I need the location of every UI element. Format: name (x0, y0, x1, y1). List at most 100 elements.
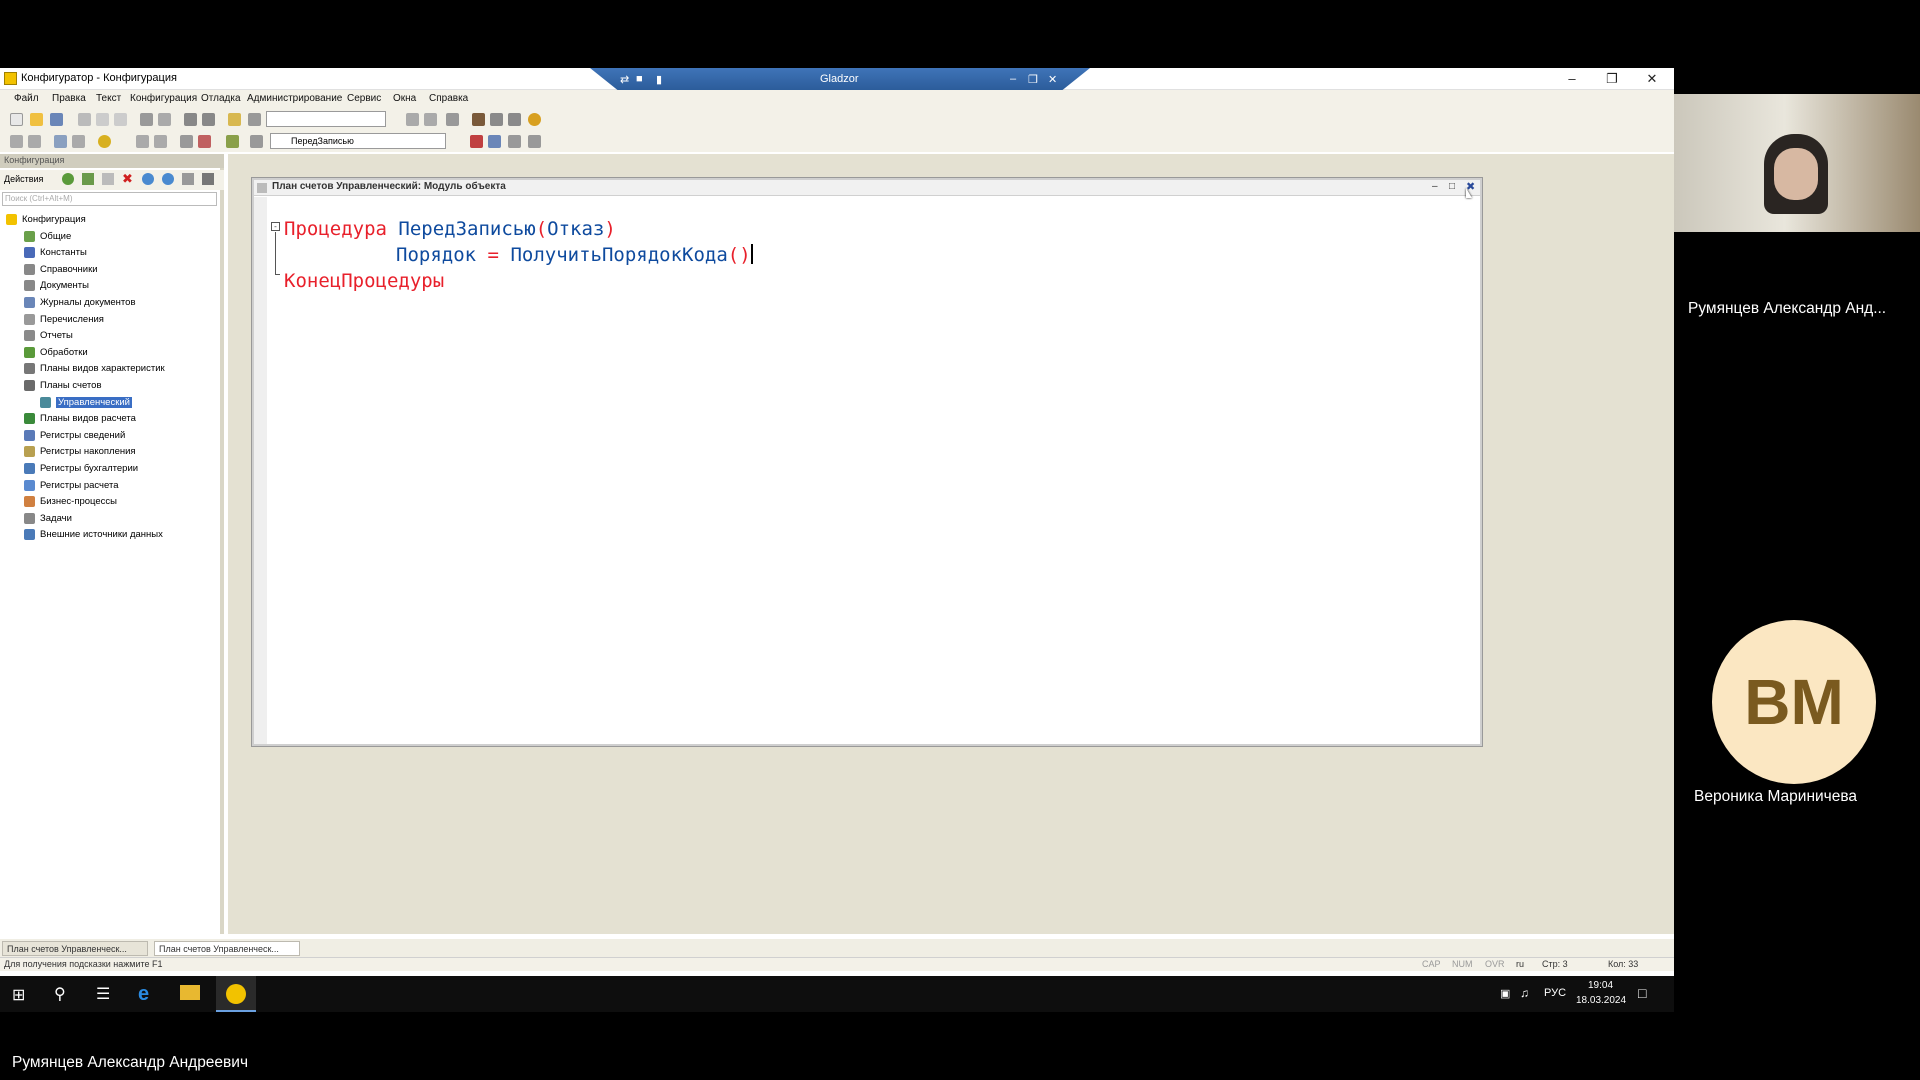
delete-icon[interactable]: ✖ (122, 171, 133, 187)
network-icon[interactable]: ▣ (1500, 987, 1510, 1000)
procedures-icon[interactable] (250, 135, 263, 148)
info-icon[interactable] (528, 113, 541, 126)
redo-icon[interactable] (202, 113, 215, 126)
notifications-icon[interactable]: □ (1638, 985, 1646, 1001)
menu-file[interactable]: Файл (14, 93, 39, 104)
tree-item[interactable]: Бизнес-процессы (0, 494, 220, 510)
window-icon[interactable] (446, 113, 459, 126)
remote-session-bar[interactable]: ⇄ ■ ▮ Gladzor – ❐ ✕ (590, 68, 1090, 92)
undo-icon[interactable] (184, 113, 197, 126)
tree-item[interactable]: Константы (0, 245, 220, 261)
tree-item[interactable]: Регистры бухгалтерии (0, 461, 220, 477)
tree-item[interactable]: Журналы документов (0, 295, 220, 311)
task-view-icon[interactable]: ☰ (96, 984, 110, 1004)
filter-icon[interactable] (202, 173, 214, 185)
watch-icon[interactable] (508, 135, 521, 148)
find-prev-icon[interactable] (424, 113, 437, 126)
clock-date[interactable]: 18.03.2024 (1576, 995, 1626, 1006)
menu-windows[interactable]: Окна (393, 93, 416, 104)
lock-icon[interactable]: ■ (636, 73, 643, 85)
move-up-icon[interactable] (142, 173, 154, 185)
add-icon[interactable] (62, 173, 74, 185)
close-button[interactable]: ✕ (1632, 68, 1672, 90)
explorer-icon[interactable] (180, 985, 200, 1000)
sort-icon[interactable] (182, 173, 194, 185)
cut-icon[interactable] (78, 113, 91, 126)
minimize-button[interactable]: – (1552, 68, 1592, 90)
volume-icon[interactable]: ♫ (1520, 986, 1529, 1000)
editor-minimize-icon[interactable]: – (1432, 181, 1438, 192)
participant-camera[interactable] (1674, 94, 1920, 232)
search-taskbar-icon[interactable]: ⚲ (54, 984, 66, 1004)
tree-item[interactable]: Планы счетов (0, 378, 220, 394)
copy-item-icon[interactable] (102, 173, 114, 185)
run-icon[interactable] (98, 135, 111, 148)
tree-item[interactable]: Внешние источники данных (0, 527, 220, 543)
menu-debug[interactable]: Отладка (201, 93, 241, 104)
menu-text[interactable]: Текст (96, 93, 121, 104)
menu-edit[interactable]: Правка (52, 93, 86, 104)
tree-item[interactable]: Регистры накопления (0, 444, 220, 460)
module-b-icon[interactable] (28, 135, 41, 148)
preview-icon[interactable] (158, 113, 171, 126)
find-next-icon[interactable] (406, 113, 419, 126)
comment-icon[interactable] (180, 135, 193, 148)
clock-time[interactable]: 19:04 (1588, 980, 1613, 991)
tool-c-icon[interactable] (508, 113, 521, 126)
move-down-icon[interactable] (162, 173, 174, 185)
remote-restore-icon[interactable]: ❐ (1028, 73, 1038, 86)
tool-a-icon[interactable] (472, 113, 485, 126)
tree-item[interactable]: Задачи (0, 511, 220, 527)
collapse-icon[interactable]: - (271, 222, 280, 231)
module-a-icon[interactable] (10, 135, 23, 148)
module-d-icon[interactable] (72, 135, 85, 148)
tree-item[interactable]: Документы (0, 278, 220, 294)
browser-icon[interactable]: e (138, 983, 149, 1006)
uncomment-icon[interactable] (198, 135, 211, 148)
breakpoint-icon[interactable] (470, 135, 483, 148)
edit-icon[interactable] (82, 173, 94, 185)
tree-item[interactable]: Общие (0, 229, 220, 245)
menu-configuration[interactable]: Конфигурация (130, 93, 197, 104)
restore-button[interactable]: ❐ (1592, 68, 1632, 90)
menu-administration[interactable]: Администрирование (247, 93, 342, 104)
tool-b-icon[interactable] (490, 113, 503, 126)
tree-item[interactable]: Планы видов характеристик (0, 361, 220, 377)
find-icon[interactable] (228, 113, 241, 126)
stop-icon[interactable] (528, 135, 541, 148)
actions-menu[interactable]: Действия (4, 174, 43, 184)
code-area[interactable]: Процедура ПередЗаписью(Отказ) Порядок = … (284, 216, 753, 294)
procedure-select[interactable]: ПередЗаписью (270, 133, 446, 149)
save-icon[interactable] (50, 113, 63, 126)
remote-minimize-icon[interactable]: – (1010, 73, 1016, 85)
tree-item[interactable]: Перечисления (0, 312, 220, 328)
format-b-icon[interactable] (154, 135, 167, 148)
search-icon[interactable] (248, 113, 261, 126)
tree-item[interactable]: Регистры сведений (0, 428, 220, 444)
tree-item[interactable]: Конфигурация (0, 212, 220, 228)
input-language[interactable]: РУС (1544, 987, 1566, 999)
tree-item[interactable]: Регистры расчета (0, 478, 220, 494)
open-icon[interactable] (30, 113, 43, 126)
doc-tab-1[interactable]: План счетов Управленческ... (2, 941, 148, 956)
status-lang[interactable]: ru (1516, 959, 1524, 969)
menu-help[interactable]: Справка (429, 93, 468, 104)
participant-avatar[interactable]: ВМ (1712, 620, 1876, 784)
step-icon[interactable] (488, 135, 501, 148)
pin-icon[interactable]: ⇄ (620, 73, 629, 86)
new-icon[interactable] (10, 113, 23, 126)
goto-icon[interactable] (226, 135, 239, 148)
tree-item[interactable]: Отчеты (0, 328, 220, 344)
tree-item[interactable]: Справочники (0, 262, 220, 278)
paste-icon[interactable] (114, 113, 127, 126)
copy-icon[interactable] (96, 113, 109, 126)
start-icon[interactable]: ⊞ (12, 985, 25, 1005)
doc-tab-2[interactable]: План счетов Управленческ... (154, 941, 300, 956)
tree-item[interactable]: Планы видов расчета (0, 411, 220, 427)
menu-service[interactable]: Сервис (347, 93, 381, 104)
tree-item[interactable]: Управленческий (0, 395, 220, 411)
format-a-icon[interactable] (136, 135, 149, 148)
tree-search-input[interactable]: Поиск (Ctrl+Alt+M) (2, 192, 217, 206)
module-c-icon[interactable] (54, 135, 67, 148)
remote-close-icon[interactable]: ✕ (1048, 73, 1057, 86)
